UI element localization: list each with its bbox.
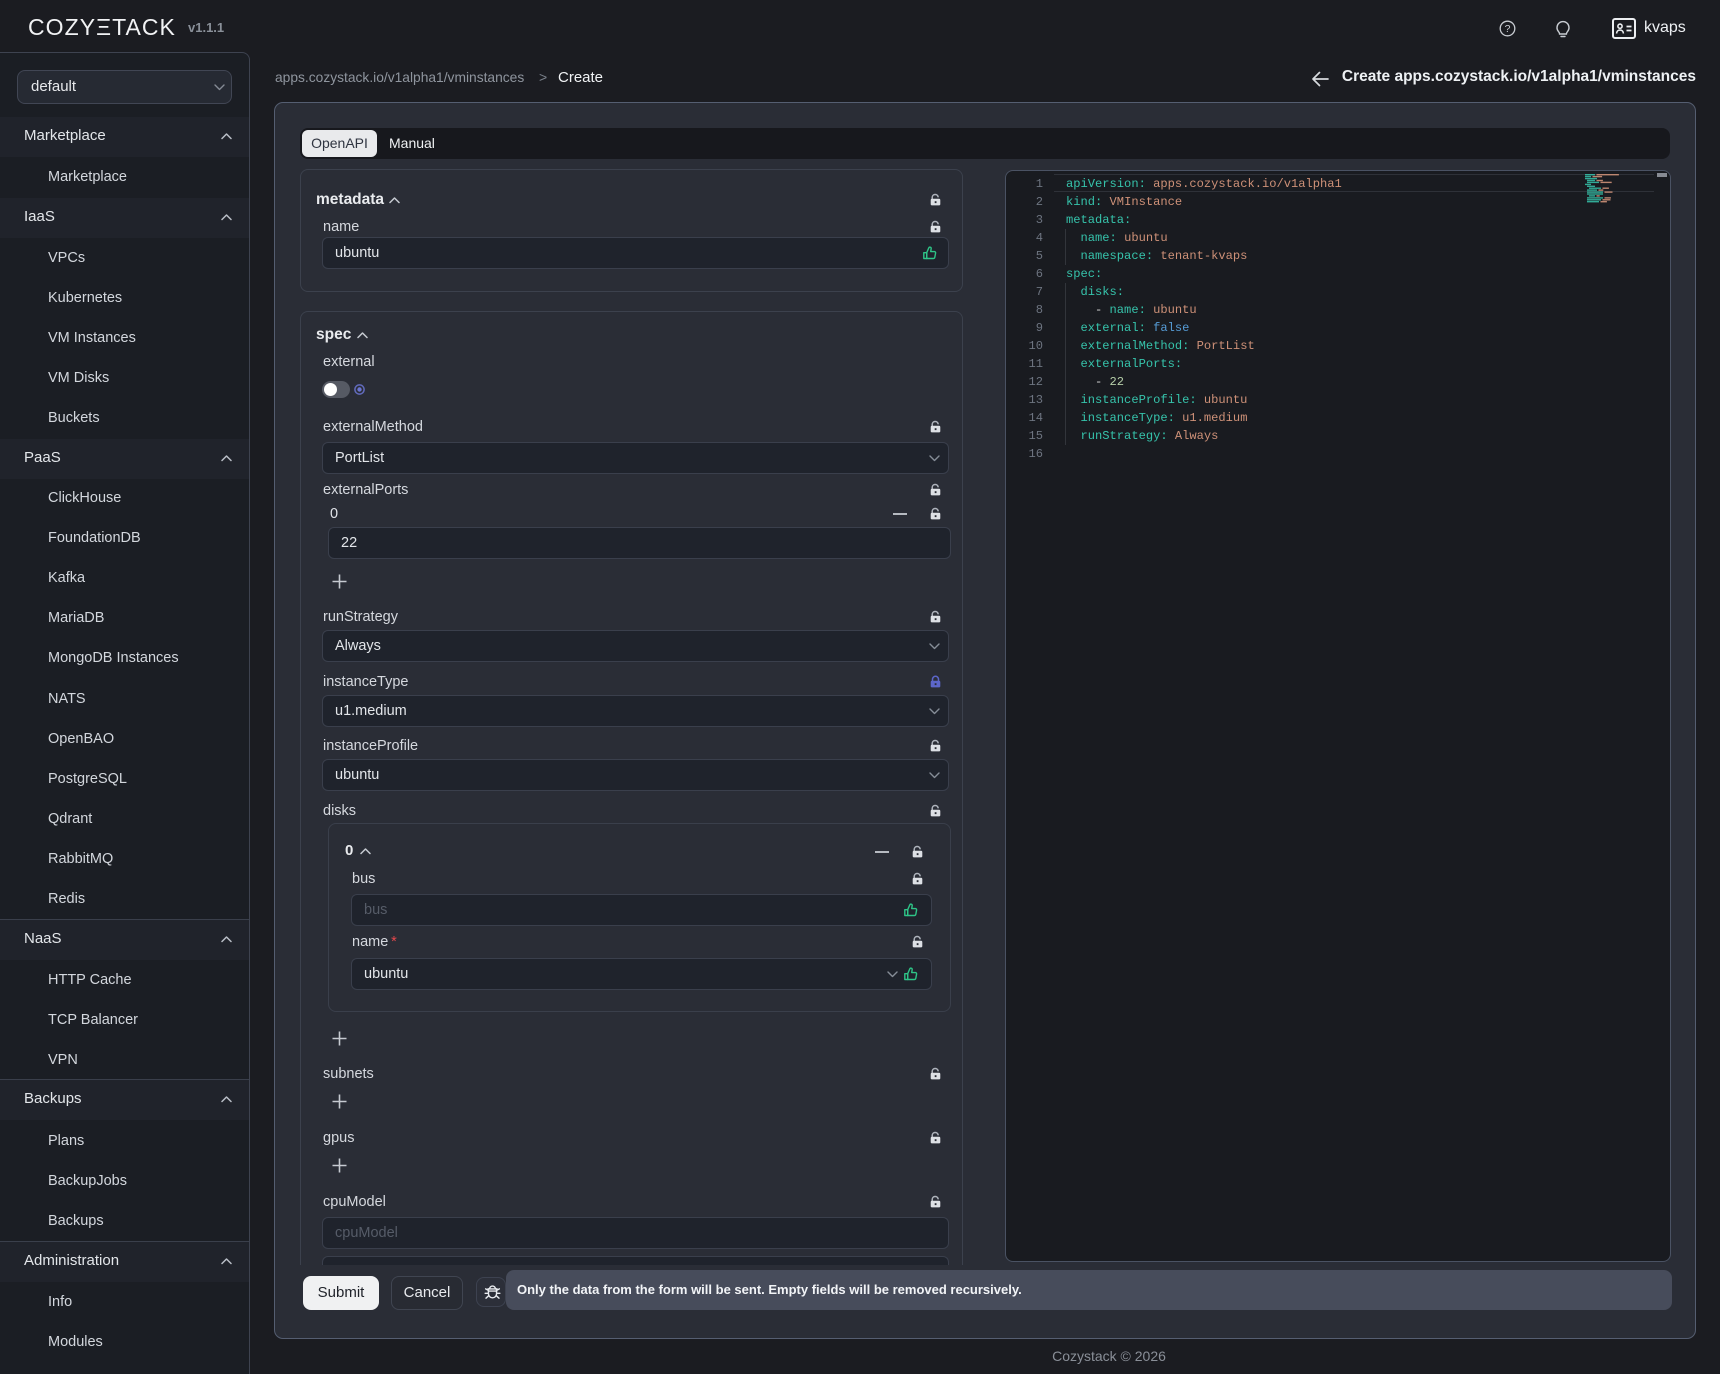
svg-text:?: ? bbox=[1505, 23, 1511, 35]
